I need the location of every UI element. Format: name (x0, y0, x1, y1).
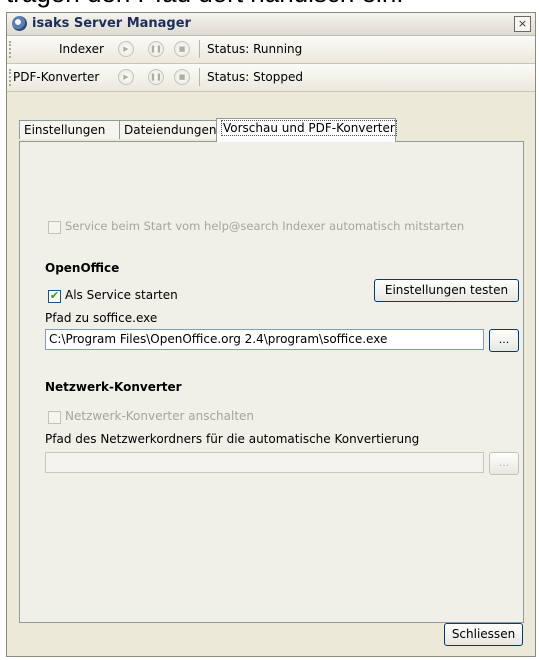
network-folder-label: Pfad des Netzwerkordners für die automat… (45, 432, 420, 446)
tab-einstellungen[interactable]: Einstellungen (19, 120, 120, 139)
background-caption: tragen den Pfad dort händisch ein. (0, 0, 539, 12)
window-close-button[interactable]: × (514, 16, 531, 32)
pdf-converter-stop-icon[interactable]: ■ (174, 69, 190, 85)
app-icon (12, 16, 27, 31)
indexer-status: Status: Running (207, 42, 303, 56)
test-settings-button[interactable]: Einstellungen testen (374, 279, 519, 302)
service-start-checkbox[interactable]: ✔ (48, 290, 61, 303)
tab-vorschau-label: Vorschau und PDF-Konverter (221, 120, 397, 136)
service-start-label: Als Service starten (65, 288, 178, 302)
network-folder-browse-button[interactable]: ... (489, 452, 519, 475)
toolbar-grip-icon[interactable] (9, 41, 13, 58)
server-manager-window: isaks Server Manager × Indexer ▶ ❚❚ ■ St… (6, 12, 536, 657)
autostart-checkbox[interactable] (48, 221, 61, 234)
soffice-path-input[interactable]: C:\Program Files\OpenOffice.org 2.4\prog… (45, 329, 484, 350)
openoffice-heading: OpenOffice (45, 261, 120, 275)
indexer-stop-icon[interactable]: ■ (174, 41, 190, 57)
toolbar-separator (199, 40, 200, 58)
pdf-converter-status: Status: Stopped (207, 70, 303, 84)
toolbar-separator (199, 68, 200, 86)
close-button[interactable]: Schliessen (444, 623, 523, 646)
indexer-pause-icon[interactable]: ❚❚ (148, 41, 164, 57)
autostart-label: Service beim Start vom help@search Index… (65, 219, 465, 233)
window-title: isaks Server Manager (32, 16, 191, 31)
network-converter-label: Netzwerk-Konverter anschalten (65, 409, 255, 423)
title-bar[interactable]: isaks Server Manager × (7, 13, 535, 36)
soffice-browse-button[interactable]: ... (489, 329, 519, 352)
pdf-converter-toolbar: PDF-Konverter ▶ ❚❚ ■ Status: Stopped (7, 64, 535, 92)
tab-panel: Service beim Start vom help@search Index… (19, 141, 524, 623)
pdf-converter-pause-icon[interactable]: ❚❚ (148, 69, 164, 85)
indexer-label: Indexer (59, 42, 104, 56)
network-folder-input[interactable] (45, 452, 484, 473)
network-converter-heading: Netzwerk-Konverter (45, 380, 182, 394)
indexer-toolbar: Indexer ▶ ❚❚ ■ Status: Running (7, 36, 535, 64)
tab-vorschau-pdf-konverter[interactable]: Vorschau und PDF-Konverter (216, 118, 397, 142)
soffice-path-label: Pfad zu soffice.exe (45, 311, 158, 325)
tab-dateiendungen[interactable]: Dateiendungen (119, 120, 218, 139)
pdf-converter-label: PDF-Konverter (13, 70, 100, 84)
pdf-converter-play-icon[interactable]: ▶ (118, 69, 134, 85)
indexer-play-icon[interactable]: ▶ (118, 41, 134, 57)
network-converter-checkbox[interactable] (48, 411, 61, 424)
